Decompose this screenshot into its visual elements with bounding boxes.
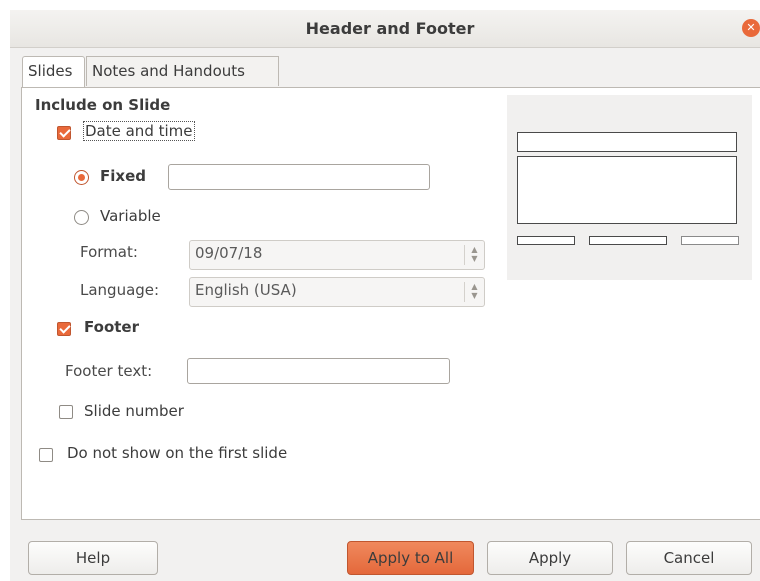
footer-text-label: Footer text: [65,362,153,380]
include-on-slide-heading: Include on Slide [35,96,171,114]
preview-slide-number-area [681,236,739,245]
dialog-title: Header and Footer [305,19,475,38]
preview-date-area [517,236,575,245]
slide-number-checkbox[interactable] [59,405,73,419]
footer-text-input[interactable] [187,358,450,384]
variable-radio[interactable] [74,210,89,225]
date-time-label[interactable]: Date and time [83,121,195,141]
slide-number-label[interactable]: Slide number [84,402,184,420]
footer-checkbox[interactable] [57,322,71,336]
variable-label[interactable]: Variable [100,207,161,225]
language-label: Language: [80,281,160,299]
footer-label[interactable]: Footer [84,318,139,336]
format-value: 09/07/18 [195,244,263,262]
help-button[interactable]: Help [28,541,158,575]
spin-arrows-icon[interactable]: ▲ ▼ [464,245,484,265]
tab-notes-and-handouts[interactable]: Notes and Handouts [86,56,279,86]
preview-content-area [517,156,737,224]
title-bar: Header and Footer [10,10,760,48]
close-icon[interactable]: ✕ [742,19,760,37]
slide-preview [507,95,752,280]
apply-button[interactable]: Apply [487,541,613,575]
preview-footer-area [589,236,667,245]
cancel-button[interactable]: Cancel [626,541,752,575]
fixed-radio[interactable] [74,170,89,185]
language-spinbox[interactable]: English (USA) ▲ ▼ [189,277,485,307]
tab-slides[interactable]: Slides [22,56,85,88]
date-time-checkbox[interactable] [57,126,71,140]
apply-to-all-button[interactable]: Apply to All [347,541,474,575]
spin-arrows-icon[interactable]: ▲ ▼ [464,282,484,302]
language-value: English (USA) [195,281,297,299]
format-label: Format: [80,243,138,261]
format-spinbox[interactable]: 09/07/18 ▲ ▼ [189,240,485,270]
preview-title-area [517,132,737,152]
first-slide-label[interactable]: Do not show on the first slide [67,444,287,462]
first-slide-checkbox[interactable] [39,448,53,462]
fixed-date-input[interactable] [168,164,430,190]
fixed-label[interactable]: Fixed [100,167,146,185]
